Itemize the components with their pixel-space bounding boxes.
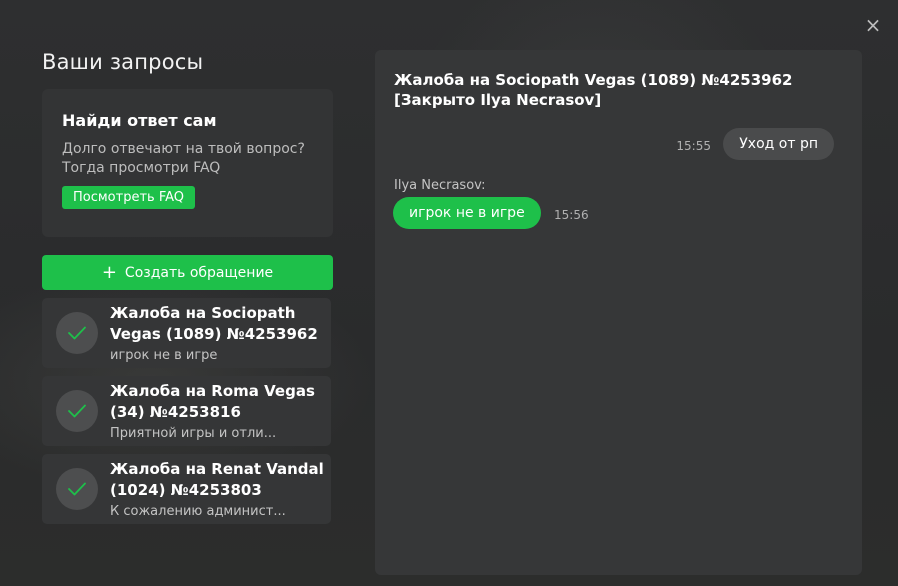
view-faq-button[interactable]: Посмотреть FAQ [62,186,196,209]
message-time: 15:55 [676,139,711,153]
check-icon [56,468,98,510]
faq-card: Найди ответ сам Долго отвечают на твой в… [42,89,333,237]
message-time: 15:56 [554,208,589,222]
chat-panel: Жалоба на Sociopath Vegas (1089) №425396… [375,50,862,575]
request-title: Жалоба на Roma Vegas (34) №4253816 [110,382,315,421]
faq-text: Долго отвечают на твой вопрос? Тогда про… [62,141,305,176]
message-bubble-incoming: игрок не в игре [393,197,541,229]
message-sender: Ilya Necrasov: [394,178,486,193]
request-title: Жалоба на Sociopath Vegas (1089) №425396… [110,304,318,343]
request-item[interactable]: Жалоба на Renat Vandal (1024) №4253803 К… [42,454,331,524]
chat-title: Жалоба на Sociopath Vegas (1089) №425396… [394,71,793,109]
faq-title: Найди ответ сам [62,111,217,130]
request-item[interactable]: Жалоба на Sociopath Vegas (1089) №425396… [42,298,331,368]
create-request-label: Создать обращение [124,264,274,281]
page-title: Ваши запросы [42,50,204,74]
request-preview: игрок не в игре [110,348,218,363]
request-title: Жалоба на Renat Vandal (1024) №4253803 [110,460,324,499]
request-list: Жалоба на Sociopath Vegas (1089) №425396… [42,298,331,532]
plus-icon: + [101,261,117,283]
close-icon[interactable]: × [862,14,884,36]
request-item[interactable]: Жалоба на Roma Vegas (34) №4253816 Прият… [42,376,331,446]
check-icon [56,312,98,354]
message-bubble-outgoing: Уход от рп [723,128,834,160]
request-preview: К сожалению админист... [110,504,286,519]
request-preview: Приятной игры и отли... [110,426,277,441]
check-icon [56,390,98,432]
create-request-button[interactable]: + Создать обращение [42,255,333,290]
